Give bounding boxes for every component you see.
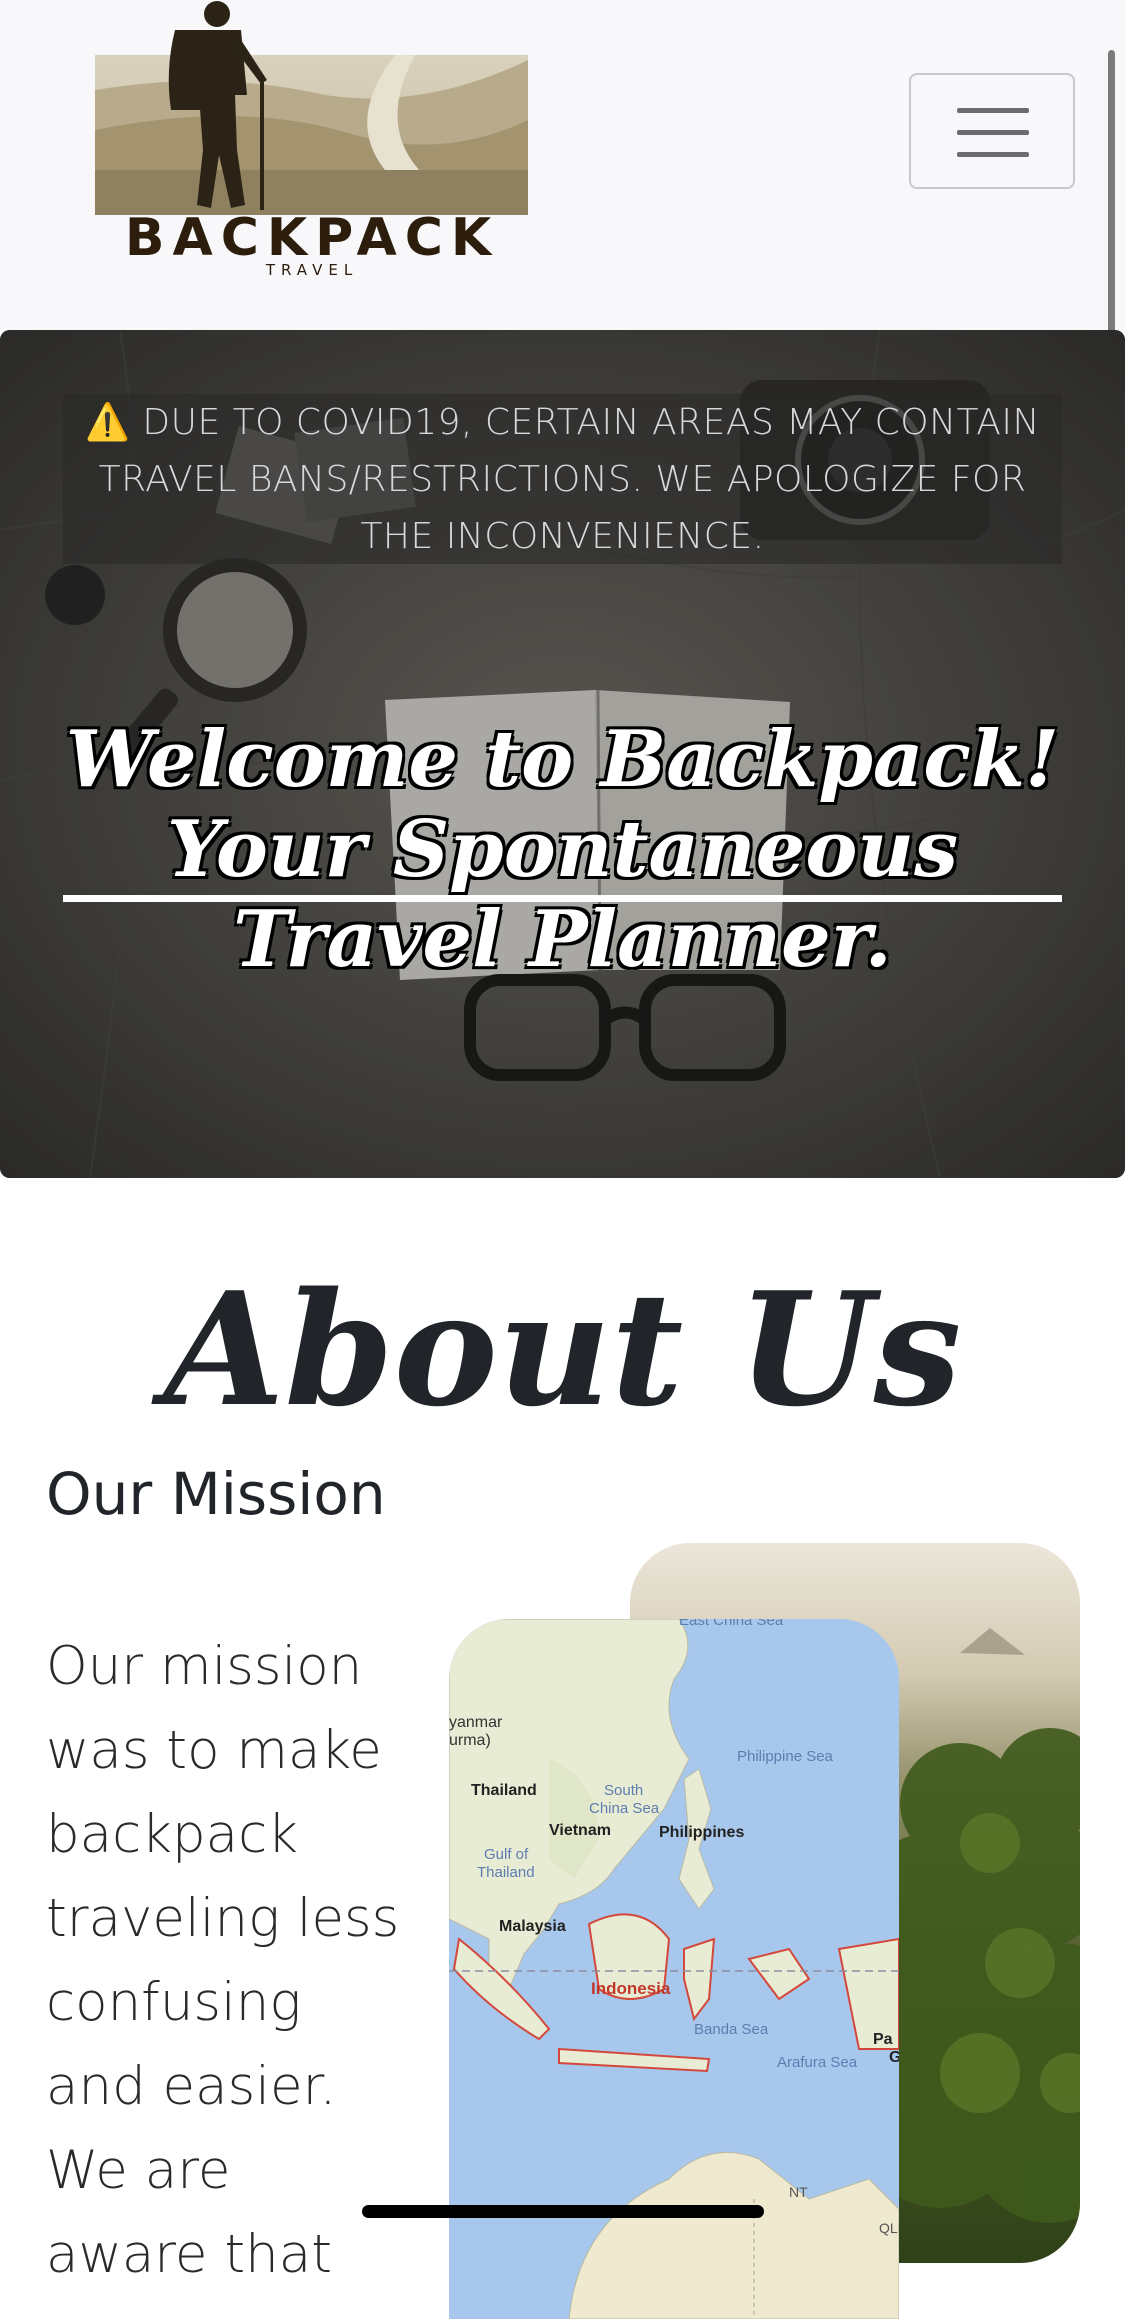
map-label: Philippine Sea xyxy=(737,1748,834,1765)
covid-notice: ⚠️ DUE TO COVID19, CERTAIN AREAS MAY CON… xyxy=(63,394,1062,564)
map-label: QLI xyxy=(879,2220,899,2236)
map-label: Thailand xyxy=(477,1864,535,1881)
welcome-heading: Welcome to Backpack! Your Spontaneous Tr… xyxy=(65,714,1060,985)
home-indicator[interactable] xyxy=(362,2205,764,2218)
about-us-heading: About Us xyxy=(163,1258,962,1441)
map-label: Malaysia xyxy=(499,1918,566,1935)
map-label: G xyxy=(889,2049,899,2066)
menu-bar-icon xyxy=(957,108,1029,113)
map-label: Arafura Sea xyxy=(777,2054,858,2071)
map-label: South xyxy=(604,1782,643,1799)
navbar: BACKPACK TRAVEL xyxy=(0,0,1125,330)
map-label: Pa xyxy=(873,2031,893,2048)
brand-logo[interactable]: BACKPACK TRAVEL xyxy=(95,0,530,280)
map-label: Gulf of xyxy=(484,1846,529,1863)
map-label: urma) xyxy=(449,1732,491,1749)
covid-notice-text: DUE TO COVID19, CERTAIN AREAS MAY CONTAI… xyxy=(98,402,1040,557)
map-label: Banda Sea xyxy=(694,2021,769,2038)
map-label: Philippines xyxy=(659,1824,744,1841)
brand-name: BACKPACK xyxy=(125,208,499,268)
menu-bar-icon xyxy=(957,130,1029,135)
map-label: Indonesia xyxy=(591,1979,671,1998)
welcome-underline xyxy=(63,895,1062,902)
map-label: Vietnam xyxy=(549,1822,611,1839)
map-label: NT xyxy=(789,2184,808,2200)
hero-banner: ⚠️ DUE TO COVID19, CERTAIN AREAS MAY CON… xyxy=(0,330,1125,1178)
map-label: China Sea xyxy=(589,1800,660,1817)
mission-paragraph: Our mission was to make backpack traveli… xyxy=(46,1636,400,2285)
mission-heading: Our Mission xyxy=(46,1460,386,1528)
backpacker-logo-graphic: BACKPACK TRAVEL xyxy=(95,1,528,279)
warning-icon: ⚠️ xyxy=(85,402,131,443)
hamburger-menu-button[interactable] xyxy=(909,73,1075,189)
map-label: Thailand xyxy=(471,1782,537,1799)
map-label: East China Sea xyxy=(679,1619,784,1629)
brand-tagline: TRAVEL xyxy=(265,261,358,279)
map-label: yanmar xyxy=(449,1714,503,1731)
menu-bar-icon xyxy=(957,152,1029,157)
